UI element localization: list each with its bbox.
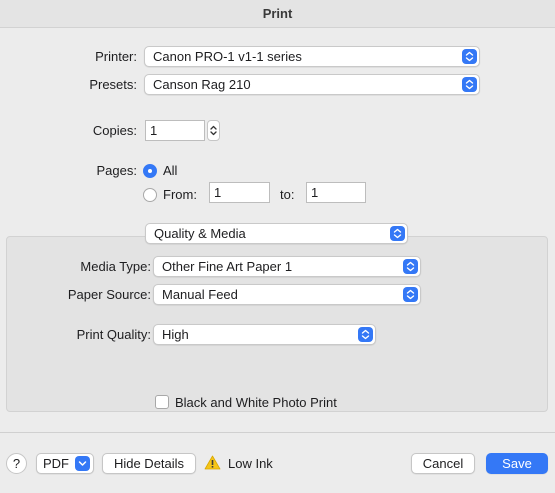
section-popup[interactable]: Quality & Media (145, 223, 408, 244)
printer-popup[interactable]: Canon PRO-1 v1-1 series (144, 46, 480, 67)
copies-field[interactable]: 1 (145, 120, 205, 141)
paper-source-value: Manual Feed (162, 287, 238, 302)
low-ink-text: Low Ink (228, 456, 273, 471)
media-type-value: Other Fine Art Paper 1 (162, 259, 293, 274)
pdf-menu-button[interactable]: PDF (36, 453, 94, 474)
footer-divider (0, 432, 555, 433)
presets-value: Canson Rag 210 (153, 77, 251, 92)
pages-from-radio[interactable] (143, 188, 157, 202)
printer-value: Canon PRO-1 v1-1 series (153, 49, 302, 64)
print-quality-popup[interactable]: High (153, 324, 376, 345)
pages-to-value: 1 (311, 185, 319, 200)
pages-from-label: From: (163, 187, 197, 202)
hide-details-label: Hide Details (113, 456, 185, 471)
updown-chevron-icon (403, 287, 418, 302)
section-value: Quality & Media (154, 226, 246, 241)
pages-from-value: 1 (214, 185, 222, 200)
updown-chevron-icon (358, 327, 373, 342)
warning-icon (204, 455, 221, 470)
copies-stepper[interactable] (207, 120, 220, 141)
cancel-button[interactable]: Cancel (411, 453, 475, 474)
title-bar: Print (0, 0, 555, 28)
save-label: Save (502, 456, 532, 471)
updown-chevron-icon (462, 77, 477, 92)
bw-photo-checkbox[interactable] (155, 395, 169, 409)
pdf-label: PDF (43, 456, 69, 471)
stepper-arrows-icon (210, 125, 217, 136)
print-quality-value: High (162, 327, 189, 342)
pages-to-field[interactable]: 1 (306, 182, 366, 203)
paper-source-label: Paper Source: (67, 287, 151, 302)
updown-chevron-icon (462, 49, 477, 64)
help-icon: ? (12, 456, 21, 471)
printer-label: Printer: (95, 49, 137, 64)
pages-all-radio[interactable] (143, 164, 157, 178)
help-button[interactable]: ? (6, 453, 27, 474)
pages-all-label: All (163, 163, 178, 178)
print-quality-label: Print Quality: (76, 327, 151, 342)
copies-value: 1 (150, 123, 158, 138)
window-title: Print (262, 6, 293, 21)
presets-popup[interactable]: Canson Rag 210 (144, 74, 480, 95)
pages-to-label: to: (280, 187, 295, 202)
paper-source-popup[interactable]: Manual Feed (153, 284, 421, 305)
bw-photo-label: Black and White Photo Print (175, 395, 337, 410)
pages-label: Pages: (96, 163, 137, 178)
cancel-label: Cancel (422, 456, 464, 471)
hide-details-button[interactable]: Hide Details (102, 453, 196, 474)
media-type-label: Media Type: (80, 259, 151, 274)
presets-label: Presets: (89, 77, 137, 92)
save-button[interactable]: Save (486, 453, 548, 474)
updown-chevron-icon (403, 259, 418, 274)
pages-from-field[interactable]: 1 (209, 182, 270, 203)
chevron-down-icon (75, 456, 90, 471)
media-type-popup[interactable]: Other Fine Art Paper 1 (153, 256, 421, 277)
copies-label: Copies: (92, 123, 137, 138)
updown-chevron-icon (390, 226, 405, 241)
